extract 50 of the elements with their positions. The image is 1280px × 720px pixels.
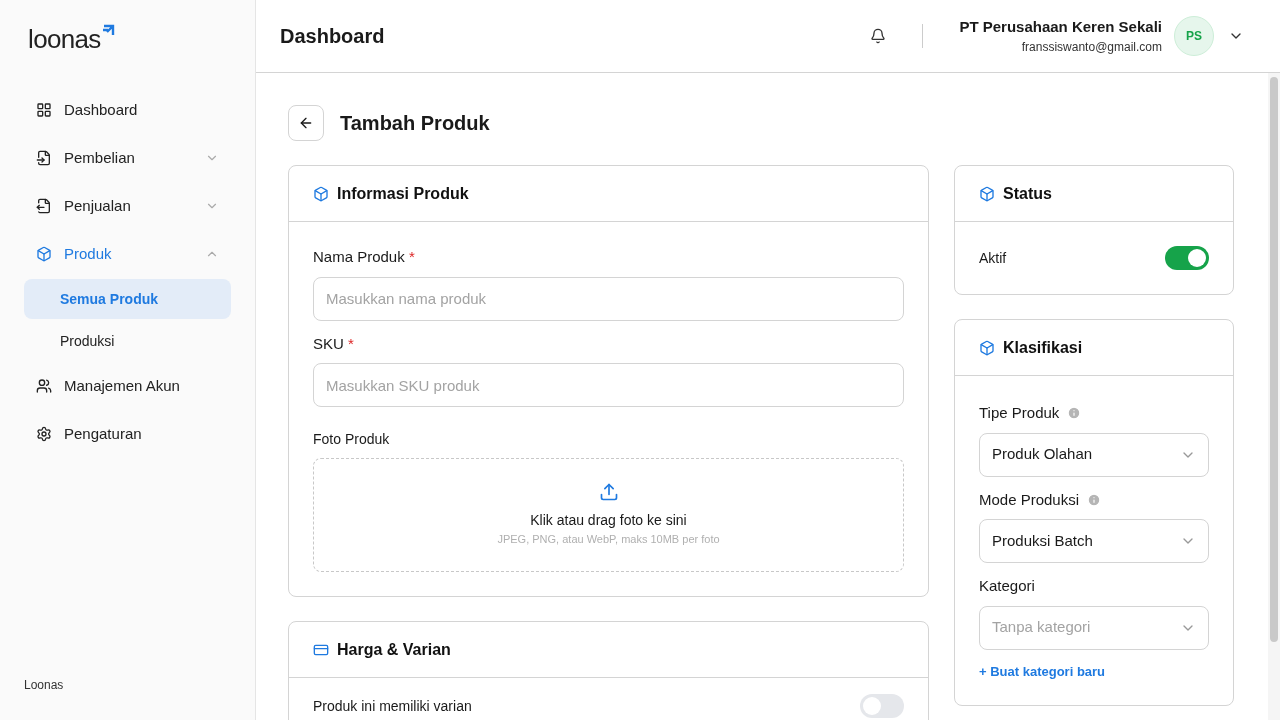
card-title: Status (1003, 183, 1052, 204)
upload-area[interactable]: Klik atau drag foto ke sini JPEG, PNG, atau WebP, maks 10MB per foto (313, 458, 904, 572)
upload-icon (598, 482, 619, 503)
sidebar-item[interactable]: Penjualan (24, 182, 231, 230)
logo: loonas (28, 26, 115, 52)
sidebar-item[interactable]: Produk (24, 230, 231, 278)
field-label: Mode Produksi (979, 489, 1080, 510)
sidebar-item[interactable]: Dashboard (24, 86, 231, 134)
arrow-left-icon (298, 115, 314, 131)
box-icon (979, 339, 995, 356)
card-title: Klasifikasi (1003, 337, 1083, 358)
settings-icon (36, 426, 52, 442)
scrollbar[interactable] (1268, 73, 1280, 720)
sidebar-item[interactable]: Manajemen Akun (24, 362, 231, 410)
footer-text: Loonas (24, 677, 65, 694)
sidebar-subitem[interactable]: Produksi (24, 321, 231, 361)
select-field[interactable]: Produk Olahan (979, 432, 1209, 477)
file-icon (36, 150, 52, 166)
grid-icon (36, 102, 52, 118)
page-title: Tambah Produk (340, 111, 490, 136)
box-icon (36, 246, 52, 262)
card-title: Informasi Produk (337, 183, 469, 204)
user-email: franssiswanto@gmail.com (1021, 39, 1162, 57)
field-label: Kategori (979, 576, 1035, 596)
sidebar-item[interactable]: Pengaturan (24, 410, 231, 458)
back-button[interactable] (288, 105, 324, 141)
file-icon (36, 198, 52, 214)
field-label: SKU * (313, 333, 355, 354)
input-field[interactable]: Masukkan nama produk (313, 276, 904, 321)
bell-icon[interactable] (870, 28, 887, 44)
users-icon (36, 378, 52, 394)
create-category-link[interactable]: + Buat kategori baru (979, 661, 1209, 681)
field-label: Nama Produk * (313, 247, 416, 267)
company-name: PT Perusahaan Keren Sekali (959, 16, 1162, 37)
box-icon (313, 185, 329, 202)
field-label: Tipe Produk (979, 403, 1060, 423)
box-icon (979, 185, 995, 202)
input-field[interactable]: Masukkan SKU produk (313, 363, 904, 407)
sidebar-subitem[interactable]: Semua Produk (24, 279, 231, 319)
upload-hint: JPEG, PNG, atau WebP, maks 10MB per foto (497, 532, 720, 548)
upload-prompt: Klik atau drag foto ke sini (530, 511, 687, 531)
sidebar-item[interactable]: Pembelian (24, 134, 231, 182)
header-title: Dashboard (280, 24, 386, 49)
variant-label: Produk ini memiliki varian (313, 696, 472, 716)
card-title: Harga & Varian (337, 639, 451, 660)
toggle-switch[interactable] (860, 694, 904, 718)
field-label: Foto Produk (313, 430, 391, 449)
status-label: Aktif (979, 248, 1007, 268)
toggle-switch[interactable] (1165, 246, 1209, 270)
select-field[interactable]: Produksi Batch (979, 519, 1209, 563)
